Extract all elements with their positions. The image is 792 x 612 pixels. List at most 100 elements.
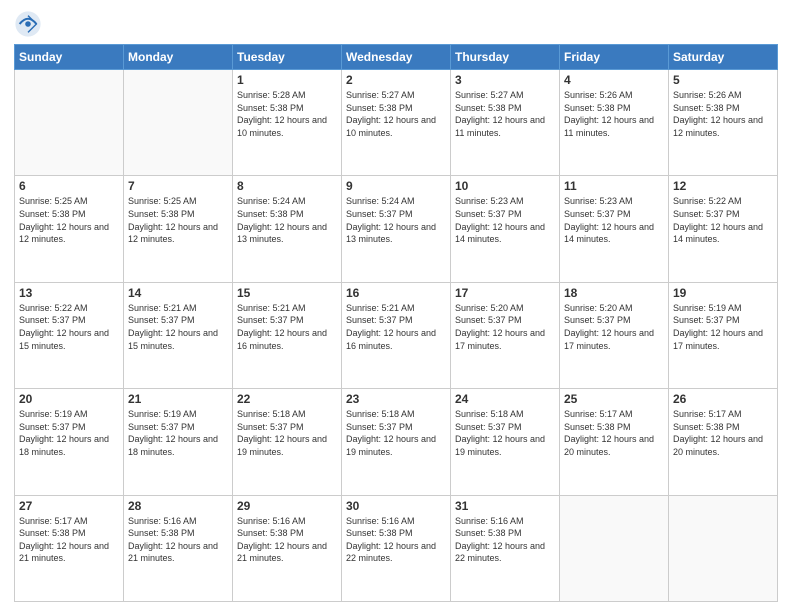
day-number: 30: [346, 499, 446, 513]
calendar-cell: 16 Sunrise: 5:21 AMSunset: 5:37 PMDayligh…: [342, 282, 451, 388]
calendar-cell: 19 Sunrise: 5:19 AMSunset: 5:37 PMDayligh…: [669, 282, 778, 388]
day-info: Sunrise: 5:17 AMSunset: 5:38 PMDaylight:…: [673, 408, 773, 458]
calendar-cell: 13 Sunrise: 5:22 AMSunset: 5:37 PMDayligh…: [15, 282, 124, 388]
day-number: 28: [128, 499, 228, 513]
day-info: Sunrise: 5:16 AMSunset: 5:38 PMDaylight:…: [346, 515, 446, 565]
weekday-tuesday: Tuesday: [233, 45, 342, 70]
day-info: Sunrise: 5:16 AMSunset: 5:38 PMDaylight:…: [128, 515, 228, 565]
day-number: 7: [128, 179, 228, 193]
calendar-cell: 7 Sunrise: 5:25 AMSunset: 5:38 PMDaylight…: [124, 176, 233, 282]
calendar-cell: 8 Sunrise: 5:24 AMSunset: 5:38 PMDaylight…: [233, 176, 342, 282]
day-info: Sunrise: 5:16 AMSunset: 5:38 PMDaylight:…: [455, 515, 555, 565]
day-info: Sunrise: 5:27 AMSunset: 5:38 PMDaylight:…: [346, 89, 446, 139]
calendar-cell: 15Sunrise: 5:21 AMSunset: 5:37 PMDayligh…: [233, 282, 342, 388]
day-info: Sunrise: 5:18 AMSunset: 5:37 PMDaylight:…: [346, 408, 446, 458]
day-info: Sunrise: 5:26 AMSunset: 5:38 PMDaylight:…: [673, 89, 773, 139]
calendar-cell: 1 Sunrise: 5:28 AMSunset: 5:38 PMDaylight…: [233, 70, 342, 176]
day-info: Sunrise: 5:24 AMSunset: 5:38 PMDaylight:…: [237, 195, 337, 245]
day-number: 17: [455, 286, 555, 300]
day-info: Sunrise: 5:24 AMSunset: 5:37 PMDaylight:…: [346, 195, 446, 245]
day-info: Sunrise: 5:27 AMSunset: 5:38 PMDaylight:…: [455, 89, 555, 139]
header: [14, 10, 778, 38]
day-number: 29: [237, 499, 337, 513]
day-info: Sunrise: 5:21 AMSunset: 5:37 PMDaylight:…: [128, 302, 228, 352]
calendar-cell: 21 Sunrise: 5:19 AMSunset: 5:37 PMDayligh…: [124, 389, 233, 495]
weekday-sunday: Sunday: [15, 45, 124, 70]
day-number: 6: [19, 179, 119, 193]
day-number: 24: [455, 392, 555, 406]
calendar-cell: 12 Sunrise: 5:22 AMSunset: 5:37 PMDayligh…: [669, 176, 778, 282]
calendar-cell: 20 Sunrise: 5:19 AMSunset: 5:37 PMDayligh…: [15, 389, 124, 495]
day-info: Sunrise: 5:20 AMSunset: 5:37 PMDaylight:…: [564, 302, 664, 352]
week-row-2: 6 Sunrise: 5:25 AMSunset: 5:38 PMDaylight…: [15, 176, 778, 282]
calendar-cell: 10Sunrise: 5:23 AMSunset: 5:37 PMDayligh…: [451, 176, 560, 282]
day-number: 15: [237, 286, 337, 300]
day-number: 27: [19, 499, 119, 513]
day-info: Sunrise: 5:25 AMSunset: 5:38 PMDaylight:…: [128, 195, 228, 245]
calendar-cell: 18 Sunrise: 5:20 AMSunset: 5:37 PMDayligh…: [560, 282, 669, 388]
day-number: 20: [19, 392, 119, 406]
day-info: Sunrise: 5:19 AMSunset: 5:37 PMDaylight:…: [128, 408, 228, 458]
calendar-cell: [669, 495, 778, 601]
calendar-cell: [124, 70, 233, 176]
calendar-cell: 22 Sunrise: 5:18 AMSunset: 5:37 PMDayligh…: [233, 389, 342, 495]
day-number: 11: [564, 179, 664, 193]
weekday-monday: Monday: [124, 45, 233, 70]
calendar-cell: 24Sunrise: 5:18 AMSunset: 5:37 PMDayligh…: [451, 389, 560, 495]
week-row-5: 27 Sunrise: 5:17 AMSunset: 5:38 PMDayligh…: [15, 495, 778, 601]
day-info: Sunrise: 5:25 AMSunset: 5:38 PMDaylight:…: [19, 195, 119, 245]
calendar-cell: 17 Sunrise: 5:20 AMSunset: 5:37 PMDayligh…: [451, 282, 560, 388]
day-number: 25: [564, 392, 664, 406]
weekday-wednesday: Wednesday: [342, 45, 451, 70]
day-info: Sunrise: 5:20 AMSunset: 5:37 PMDaylight:…: [455, 302, 555, 352]
day-info: Sunrise: 5:28 AMSunset: 5:38 PMDaylight:…: [237, 89, 337, 139]
day-info: Sunrise: 5:19 AMSunset: 5:37 PMDaylight:…: [19, 408, 119, 458]
calendar-cell: 31Sunrise: 5:16 AMSunset: 5:38 PMDayligh…: [451, 495, 560, 601]
day-number: 22: [237, 392, 337, 406]
day-number: 13: [19, 286, 119, 300]
day-number: 5: [673, 73, 773, 87]
calendar-cell: 25 Sunrise: 5:17 AMSunset: 5:38 PMDayligh…: [560, 389, 669, 495]
day-number: 21: [128, 392, 228, 406]
day-number: 3: [455, 73, 555, 87]
day-number: 19: [673, 286, 773, 300]
day-info: Sunrise: 5:18 AMSunset: 5:37 PMDaylight:…: [237, 408, 337, 458]
day-number: 26: [673, 392, 773, 406]
logo: [14, 10, 46, 38]
day-number: 12: [673, 179, 773, 193]
day-number: 14: [128, 286, 228, 300]
day-number: 4: [564, 73, 664, 87]
calendar-cell: 4Sunrise: 5:26 AMSunset: 5:38 PMDaylight…: [560, 70, 669, 176]
day-info: Sunrise: 5:23 AMSunset: 5:37 PMDaylight:…: [564, 195, 664, 245]
day-number: 16: [346, 286, 446, 300]
day-info: Sunrise: 5:23 AMSunset: 5:37 PMDaylight:…: [455, 195, 555, 245]
calendar-cell: 29 Sunrise: 5:16 AMSunset: 5:38 PMDayligh…: [233, 495, 342, 601]
weekday-friday: Friday: [560, 45, 669, 70]
calendar-cell: [560, 495, 669, 601]
logo-icon: [14, 10, 42, 38]
day-number: 1: [237, 73, 337, 87]
day-info: Sunrise: 5:16 AMSunset: 5:38 PMDaylight:…: [237, 515, 337, 565]
day-number: 23: [346, 392, 446, 406]
day-number: 18: [564, 286, 664, 300]
calendar-cell: 6 Sunrise: 5:25 AMSunset: 5:38 PMDaylight…: [15, 176, 124, 282]
day-number: 2: [346, 73, 446, 87]
day-info: Sunrise: 5:21 AMSunset: 5:37 PMDaylight:…: [346, 302, 446, 352]
calendar-cell: 3 Sunrise: 5:27 AMSunset: 5:38 PMDaylight…: [451, 70, 560, 176]
calendar-cell: 30 Sunrise: 5:16 AMSunset: 5:38 PMDayligh…: [342, 495, 451, 601]
day-number: 8: [237, 179, 337, 193]
day-info: Sunrise: 5:17 AMSunset: 5:38 PMDaylight:…: [564, 408, 664, 458]
calendar-cell: 14 Sunrise: 5:21 AMSunset: 5:37 PMDayligh…: [124, 282, 233, 388]
week-row-3: 13 Sunrise: 5:22 AMSunset: 5:37 PMDayligh…: [15, 282, 778, 388]
day-info: Sunrise: 5:22 AMSunset: 5:37 PMDaylight:…: [19, 302, 119, 352]
day-number: 9: [346, 179, 446, 193]
page: SundayMondayTuesdayWednesdayThursdayFrid…: [0, 0, 792, 612]
calendar-cell: 5 Sunrise: 5:26 AMSunset: 5:38 PMDaylight…: [669, 70, 778, 176]
day-info: Sunrise: 5:19 AMSunset: 5:37 PMDaylight:…: [673, 302, 773, 352]
weekday-saturday: Saturday: [669, 45, 778, 70]
calendar-cell: 2 Sunrise: 5:27 AMSunset: 5:38 PMDaylight…: [342, 70, 451, 176]
day-info: Sunrise: 5:22 AMSunset: 5:37 PMDaylight:…: [673, 195, 773, 245]
day-info: Sunrise: 5:17 AMSunset: 5:38 PMDaylight:…: [19, 515, 119, 565]
calendar-cell: 23 Sunrise: 5:18 AMSunset: 5:37 PMDayligh…: [342, 389, 451, 495]
calendar-cell: 11 Sunrise: 5:23 AMSunset: 5:37 PMDayligh…: [560, 176, 669, 282]
